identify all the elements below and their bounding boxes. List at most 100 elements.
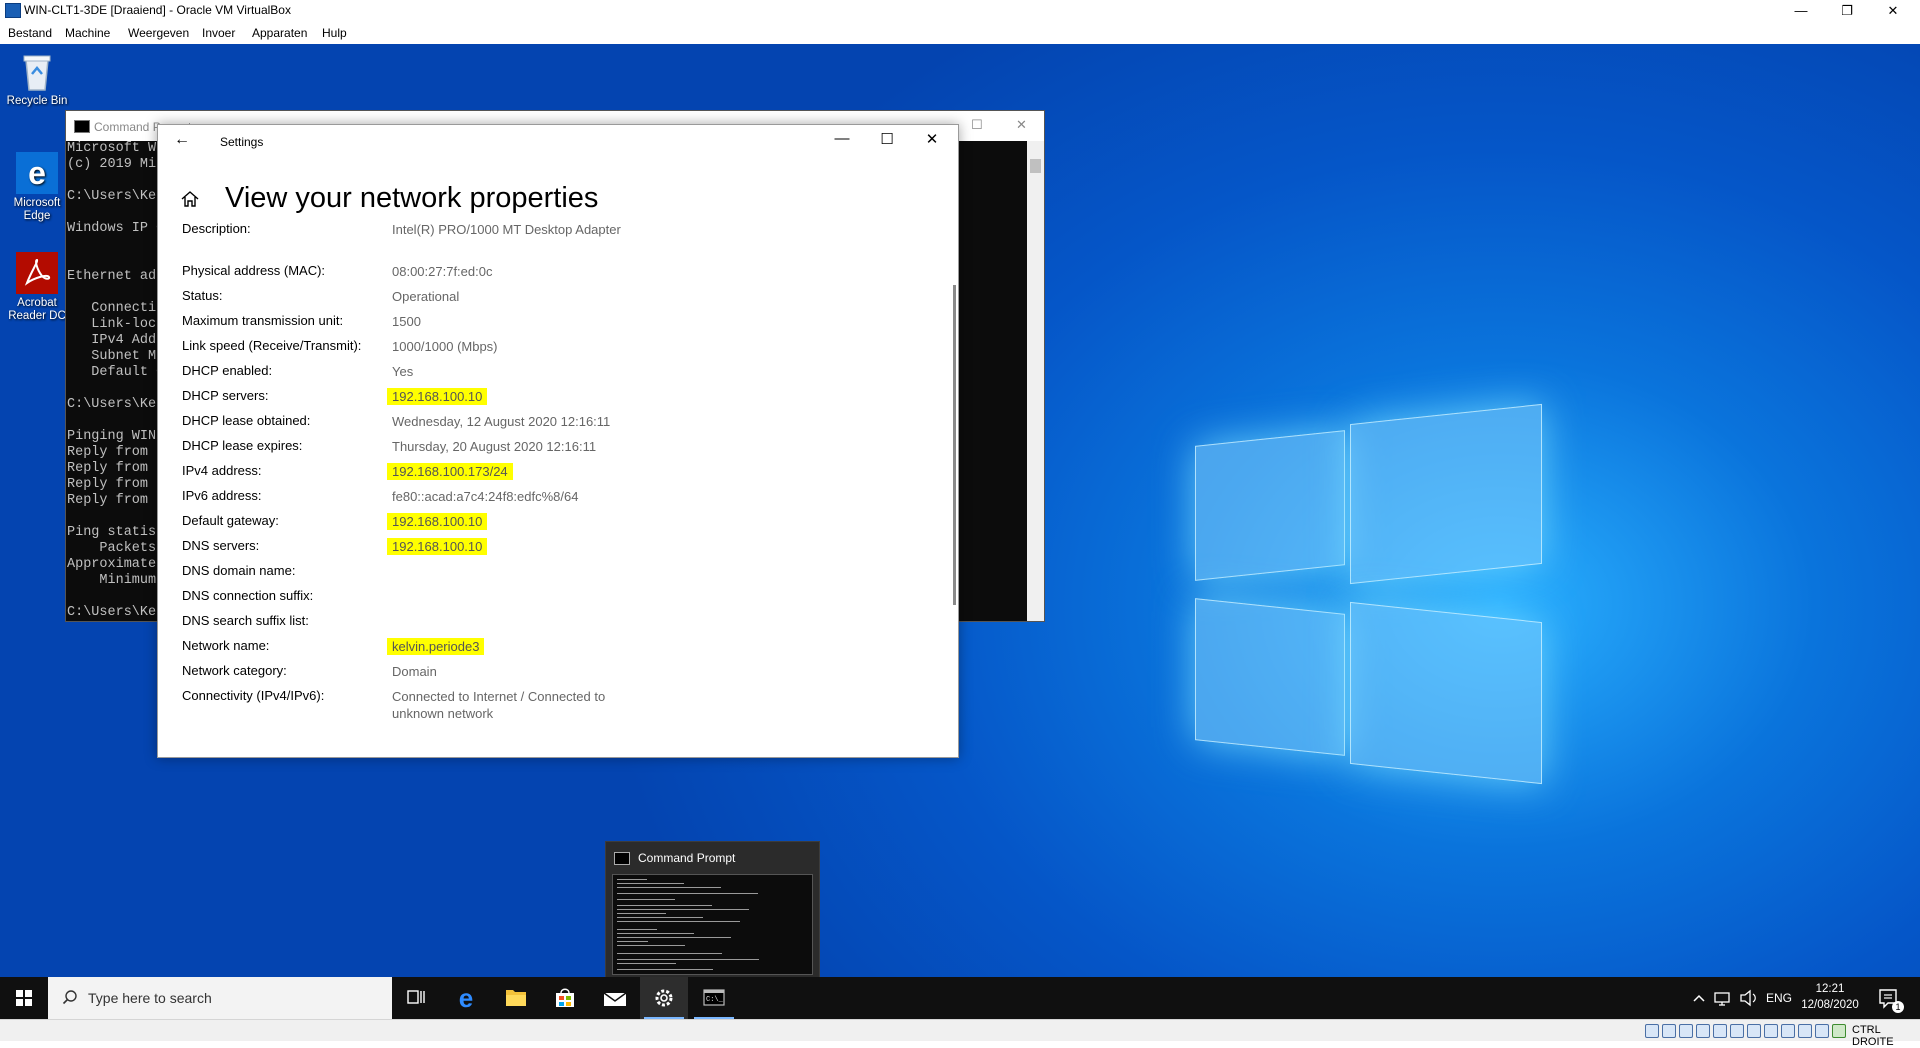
cmd-maximize-button[interactable]: ☐ (971, 117, 983, 133)
taskbar-file-explorer-button[interactable] (492, 977, 540, 1019)
property-value[interactable]: 192.168.100.10 (387, 538, 488, 555)
taskbar-thumbnail-preview[interactable]: Command Prompt (605, 841, 820, 981)
property-value[interactable]: Yes (392, 363, 652, 380)
shared-folders-status-icon[interactable] (1730, 1024, 1744, 1038)
menu-weergeven[interactable]: Weergeven (128, 26, 189, 40)
restore-button[interactable]: ❐ (1824, 0, 1870, 21)
taskbar-edge-button[interactable]: e (442, 977, 490, 1019)
svg-text:e: e (28, 155, 46, 191)
property-value[interactable]: LAN (392, 211, 652, 214)
network-status-icon[interactable] (1696, 1024, 1710, 1038)
settings-maximize-button[interactable]: ☐ (865, 130, 909, 148)
property-label: Name: (182, 211, 220, 212)
display-status-icon[interactable] (1747, 1024, 1761, 1038)
optical-drive-status-icon[interactable] (1662, 1024, 1676, 1038)
property-value[interactable]: Thursday, 20 August 2020 12:16:11 (392, 438, 652, 455)
property-value[interactable]: 08:00:27:7f:ed:0c (392, 263, 652, 280)
notification-count-badge: 1 (1892, 1001, 1904, 1013)
cmd-line: Pinging WIN- (67, 429, 165, 444)
menu-bestand[interactable]: Bestand (8, 26, 52, 40)
cmd-line (67, 205, 164, 221)
audio-status-icon[interactable] (1679, 1024, 1693, 1038)
mouse-integration-status-icon[interactable] (1798, 1024, 1812, 1038)
home-icon[interactable] (180, 189, 200, 209)
property-value[interactable]: 192.168.100.173/24 (387, 463, 513, 480)
preview-text-line (617, 909, 749, 910)
property-value[interactable]: Operational (392, 288, 652, 305)
settings-minimize-button[interactable]: — (820, 130, 864, 147)
cpu-status-icon[interactable] (1781, 1024, 1795, 1038)
cmd-close-button[interactable]: ✕ (1016, 117, 1027, 133)
host-key-indicator-icon[interactable] (1832, 1024, 1846, 1038)
language-indicator[interactable]: ENG (1766, 991, 1792, 1007)
task-view-icon (407, 990, 425, 1004)
task-view-button[interactable] (392, 977, 440, 1019)
desktop-icon-acrobat[interactable]: Acrobat Reader DC (0, 252, 74, 323)
tray-overflow-chevron-icon[interactable] (1690, 977, 1708, 1019)
desktop-icon-label: Recycle Bin (6, 95, 68, 107)
property-label: DNS servers: (182, 538, 260, 553)
property-value[interactable]: 192.168.100.10 (387, 513, 488, 530)
property-value[interactable]: 192.168.100.10 (387, 388, 488, 405)
taskbar-search-box[interactable]: Type here to search (48, 977, 392, 1019)
property-label: DHCP lease expires: (182, 438, 303, 453)
network-icon[interactable] (1712, 977, 1734, 1019)
back-arrow-icon[interactable]: ← (174, 131, 190, 149)
taskbar-command-prompt-button[interactable]: C:\_ (690, 977, 738, 1019)
property-label: Network name: (182, 638, 270, 653)
start-button[interactable] (0, 977, 48, 1019)
property-value[interactable]: Connected to Internet / Connected to unk… (392, 688, 652, 722)
menu-apparaten[interactable]: Apparaten (252, 26, 307, 40)
close-button[interactable]: ✕ (1870, 0, 1916, 21)
property-label: DNS domain name: (182, 563, 296, 578)
menu-hulp[interactable]: Hulp (322, 26, 347, 40)
settings-title-bar[interactable]: ← Settings — ☐ ✕ (158, 125, 958, 157)
cmd-line: C:\Users\Kel (67, 189, 165, 204)
settings-window[interactable]: ← Settings — ☐ ✕ View your network prope… (157, 124, 959, 758)
desktop-icon-label: Acrobat Reader DC (8, 297, 66, 322)
property-value[interactable]: Domain (392, 663, 652, 680)
preview-title: Command Prompt (638, 851, 736, 865)
cmd-line: Microsoft Wi (67, 141, 165, 156)
usb-status-icon[interactable] (1713, 1024, 1727, 1038)
cmd-scrollbar[interactable] (1027, 141, 1044, 621)
desktop-icon-edge[interactable]: e Microsoft Edge (0, 152, 74, 223)
property-value[interactable]: 1500 (392, 313, 652, 330)
action-center-button[interactable]: 1 (1876, 977, 1904, 1019)
vbox-status-bar: CTRL DROITE (0, 1019, 1920, 1048)
settings-scrollbar[interactable] (953, 285, 956, 605)
property-label: Link speed (Receive/Transmit): (182, 338, 362, 353)
search-placeholder: Type here to search (88, 990, 212, 1006)
property-value[interactable]: fe80::acad:a7c4:24f8:edfc%8/64 (392, 488, 652, 505)
windows-start-icon (16, 990, 32, 1006)
acrobat-icon (16, 252, 58, 294)
property-label: Network category: (182, 663, 287, 678)
settings-close-button[interactable]: ✕ (910, 130, 954, 148)
property-label: Maximum transmission unit: (182, 313, 344, 328)
hard-disk-status-icon[interactable] (1645, 1024, 1659, 1038)
file-explorer-icon (506, 990, 526, 1006)
virtualbox-icon (5, 3, 21, 18)
property-value[interactable]: Wednesday, 12 August 2020 12:16:11 (392, 413, 652, 430)
taskbar-clock[interactable]: 12:21 12/08/2020 (1800, 981, 1860, 1013)
volume-icon[interactable] (1738, 977, 1760, 1019)
minimize-button[interactable]: — (1778, 0, 1824, 21)
property-value[interactable]: Intel(R) PRO/1000 MT Desktop Adapter (392, 221, 652, 238)
taskbar-store-button[interactable] (541, 977, 589, 1019)
property-value[interactable]: kelvin.periode3 (387, 638, 485, 655)
video-capture-status-icon[interactable] (1764, 1024, 1778, 1038)
preview-text-line (617, 963, 676, 964)
cmd-scroll-thumb[interactable] (1030, 159, 1041, 173)
property-label: DHCP lease obtained: (182, 413, 311, 428)
keyboard-status-icon[interactable] (1815, 1024, 1829, 1038)
cmd-line (67, 173, 164, 189)
taskbar-settings-button[interactable] (640, 977, 688, 1019)
preview-text-line (617, 879, 647, 880)
desktop-icon-recycle-bin[interactable]: Recycle Bin (0, 50, 74, 108)
menu-machine[interactable]: Machine (65, 26, 110, 40)
property-value[interactable]: 1000/1000 (Mbps) (392, 338, 652, 355)
menu-invoer[interactable]: Invoer (202, 26, 235, 40)
taskbar-mail-button[interactable] (591, 977, 639, 1019)
preview-screenshot (612, 874, 813, 975)
cmd-line: Reply from 1 (67, 445, 165, 460)
